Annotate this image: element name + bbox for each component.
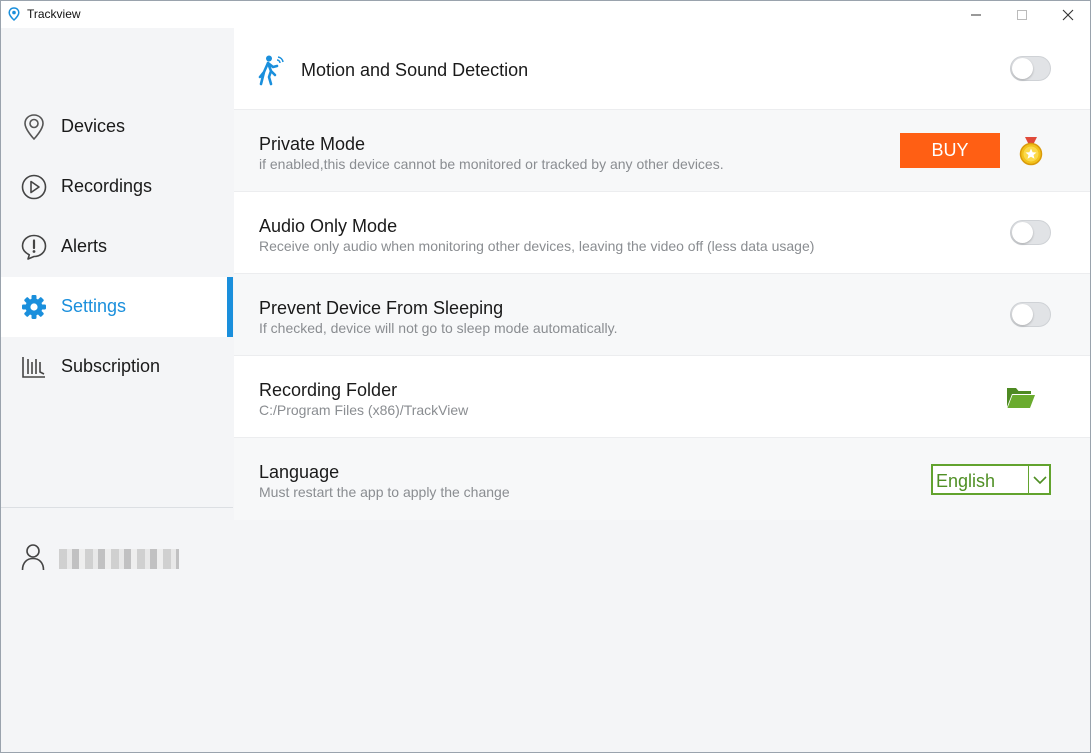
audio-only-toggle[interactable] <box>1010 220 1051 245</box>
toggle-knob <box>1012 58 1033 79</box>
audio-only-title: Audio Only Mode <box>259 216 398 236</box>
sidebar-item-label: Recordings <box>61 176 153 196</box>
gear-icon <box>20 293 48 321</box>
recording-folder-title: Recording Folder <box>259 380 398 400</box>
trackview-logo-icon <box>7 7 21 22</box>
alert-icon <box>20 233 48 261</box>
maximize-button[interactable] <box>999 1 1045 28</box>
sidebar-item-settings[interactable]: Settings <box>1 277 233 337</box>
minimize-button[interactable] <box>953 1 999 28</box>
close-button[interactable] <box>1045 1 1091 28</box>
user-icon[interactable] <box>21 543 45 571</box>
language-selected-value: English <box>936 471 996 491</box>
sidebar-item-devices[interactable]: Devices <box>1 97 233 157</box>
medal-icon <box>1017 136 1045 166</box>
active-indicator <box>227 277 233 337</box>
toggle-knob <box>1012 304 1033 325</box>
private-mode-subtitle: if enabled,this device cannot be monitor… <box>259 156 724 172</box>
setting-row-motion: Motion and Sound Detection <box>234 28 1090 110</box>
user-name-redacted <box>59 549 179 569</box>
maximize-icon <box>1017 9 1027 20</box>
sidebar-divider <box>1 507 233 508</box>
window-title: Trackview <box>27 7 81 21</box>
location-pin-icon <box>20 113 48 141</box>
sidebar-item-subscription[interactable]: Subscription <box>1 337 233 397</box>
sidebar-item-recordings[interactable]: Recordings <box>1 157 233 217</box>
minimize-icon <box>971 14 981 15</box>
sidebar-item-label: Alerts <box>61 236 108 256</box>
close-icon <box>1062 9 1074 20</box>
app-window: Trackview Devices Recordings Alerts Sett… <box>0 0 1091 753</box>
sidebar-item-label: Settings <box>61 296 127 316</box>
setting-row-recording-folder: Recording Folder C:/Program Files (x86)/… <box>234 356 1090 438</box>
sidebar: Devices Recordings Alerts Settings Subsc… <box>1 28 233 752</box>
audio-only-subtitle: Receive only audio when monitoring other… <box>259 238 815 254</box>
buy-button[interactable]: BUY <box>900 133 1000 168</box>
language-subtitle: Must restart the app to apply the change <box>259 484 510 500</box>
language-title: Language <box>259 462 340 482</box>
setting-row-prevent-sleep: Prevent Device From Sleeping If checked,… <box>234 274 1090 356</box>
setting-row-private-mode: Private Mode if enabled,this device cann… <box>234 110 1090 192</box>
title-bar: Trackview <box>1 1 1090 28</box>
prevent-sleep-toggle[interactable] <box>1010 302 1051 327</box>
recording-folder-path: C:/Program Files (x86)/TrackView <box>259 402 469 418</box>
chevron-down-icon <box>1032 472 1048 488</box>
sidebar-item-label: Devices <box>61 116 126 136</box>
language-select[interactable]: English <box>931 464 1051 495</box>
setting-row-audio-only: Audio Only Mode Receive only audio when … <box>234 192 1090 274</box>
private-mode-title: Private Mode <box>259 134 366 154</box>
motion-toggle[interactable] <box>1010 56 1051 81</box>
walking-person-icon <box>256 54 286 86</box>
play-circle-icon <box>20 173 48 201</box>
prevent-sleep-title: Prevent Device From Sleeping <box>259 298 504 318</box>
toggle-knob <box>1012 222 1033 243</box>
folder-open-icon[interactable] <box>1006 385 1036 409</box>
select-divider <box>1028 466 1029 493</box>
sidebar-item-alerts[interactable]: Alerts <box>1 217 233 277</box>
motion-title: Motion and Sound Detection <box>301 60 529 80</box>
setting-row-language: Language Must restart the app to apply t… <box>234 438 1090 520</box>
subscription-icon <box>20 353 48 381</box>
prevent-sleep-subtitle: If checked, device will not go to sleep … <box>259 320 618 336</box>
sidebar-item-label: Subscription <box>61 356 161 376</box>
